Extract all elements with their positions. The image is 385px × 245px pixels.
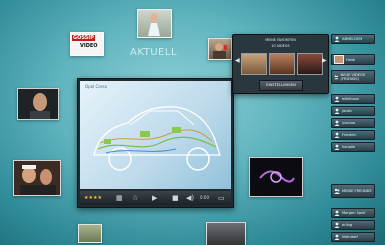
user-icon [334, 108, 340, 114]
user-icon [334, 120, 340, 126]
friend-name: Frederic [342, 133, 357, 137]
chevron-left-icon[interactable]: ◀ [235, 57, 240, 64]
users-icon [334, 188, 340, 194]
page-heading: AKTUELL [130, 47, 178, 58]
thumb-couple[interactable] [13, 160, 61, 196]
thumb-bottom-left[interactable] [78, 224, 102, 243]
thumb-girl-dress[interactable] [137, 9, 172, 38]
chevron-right-icon[interactable]: ▶ [322, 57, 327, 64]
favorite-thumb[interactable] [269, 53, 295, 75]
friend-item[interactable]: yvonne [331, 118, 375, 128]
friend-item[interactable]: Frederic [331, 130, 375, 140]
star-icon[interactable]: ☆ [132, 193, 138, 203]
my-friends-button[interactable]: MEINE FREUNDE [331, 184, 375, 198]
video-label: VIDEO [80, 43, 98, 49]
thumb-purple-art[interactable] [249, 157, 303, 197]
favorite-thumb[interactable] [297, 53, 323, 75]
list-item-label: kleindorf [342, 235, 358, 239]
list-item-label: erling [342, 223, 353, 227]
user-icon [334, 144, 340, 150]
video-title: Opel Corsa [85, 84, 107, 89]
stop-icon[interactable]: ■ [172, 193, 179, 203]
avatar [334, 55, 344, 64]
settings-button[interactable]: EINSTELLUNGEN [259, 80, 303, 91]
video-screen[interactable]: Opel Corsa [80, 81, 231, 189]
grid-icon[interactable]: ▦ [116, 193, 123, 203]
play-icon[interactable]: ▶ [152, 193, 157, 203]
my-friends-label: MEINE FREUNDE [342, 189, 372, 193]
user-icon [334, 132, 340, 138]
couple-image [20, 165, 56, 195]
thumb-man-portrait[interactable] [17, 88, 59, 120]
rating-stars[interactable]: ★★★★ [84, 193, 102, 203]
girl-dress-image [148, 13, 160, 36]
friend-name: wikimann [342, 97, 360, 101]
video-player[interactable]: Opel Corsa ★★★★ ▦ ☆ ▶ ■ ◀) 0:00 ▭ [77, 78, 234, 208]
list-item[interactable]: erling [331, 220, 375, 230]
fullscreen-icon[interactable]: ▭ [218, 193, 225, 203]
favorites-title: MEINE FAVORITEN [265, 38, 296, 42]
friend-item[interactable]: hanalie [331, 142, 375, 152]
player-controls: ★★★★ ▦ ☆ ▶ ■ ◀) 0:00 ▭ [80, 191, 231, 205]
man-portrait-image [30, 93, 50, 119]
profile-button[interactable]: Heidi [331, 54, 375, 65]
purple-art-image [259, 170, 295, 183]
friend-name: jacob [342, 109, 352, 113]
time-display: 0:00 [200, 195, 209, 200]
car-wiring-image [93, 106, 221, 171]
friend-item[interactable]: jacob [331, 106, 375, 116]
user-icon [334, 210, 340, 216]
user-icon [334, 234, 340, 240]
user-icon [334, 222, 340, 228]
new-videos-label: NEUE VIDEOS (FRIENDS) [340, 73, 366, 81]
gossip-label: GOSSIP [72, 35, 95, 41]
friend-item[interactable]: wikimann [331, 94, 375, 104]
thumb-bottom-middle[interactable] [206, 222, 246, 245]
user-icon [334, 36, 340, 42]
favorites-count: 10 VIDEOS [271, 44, 290, 48]
thumb-gossip-video[interactable]: GOSSIP VIDEO [70, 32, 104, 56]
desktop-stage: GOSSIP VIDEO AKTUELL Opel Corsa ★★★★ ▦ ☆… [0, 0, 385, 245]
user-icon [334, 96, 340, 102]
volume-icon[interactable]: ◀) [186, 193, 194, 203]
list-item[interactable]: Morgen Spiel [331, 208, 375, 218]
favorite-thumb[interactable] [241, 53, 267, 75]
profile-name: Heidi [346, 57, 356, 62]
logout-button[interactable]: ABMELDEN [331, 34, 375, 44]
thumb-guy-phone[interactable] [208, 38, 232, 60]
new-videos-button[interactable]: NEUE VIDEOS (FRIENDS) [331, 70, 375, 84]
favorites-popup: MEINE FAVORITEN 10 VIDEOS ◀ ▶ EINSTELLUN… [232, 34, 329, 94]
list-item[interactable]: kleindorf [331, 232, 375, 242]
list-item-label: Morgen Spiel [342, 211, 366, 215]
friend-name: hanalie [342, 145, 356, 149]
users-icon [334, 75, 339, 80]
guy-phone-image [213, 43, 227, 59]
friend-name: yvonne [342, 121, 356, 125]
logout-label: ABMELDEN [342, 37, 363, 41]
